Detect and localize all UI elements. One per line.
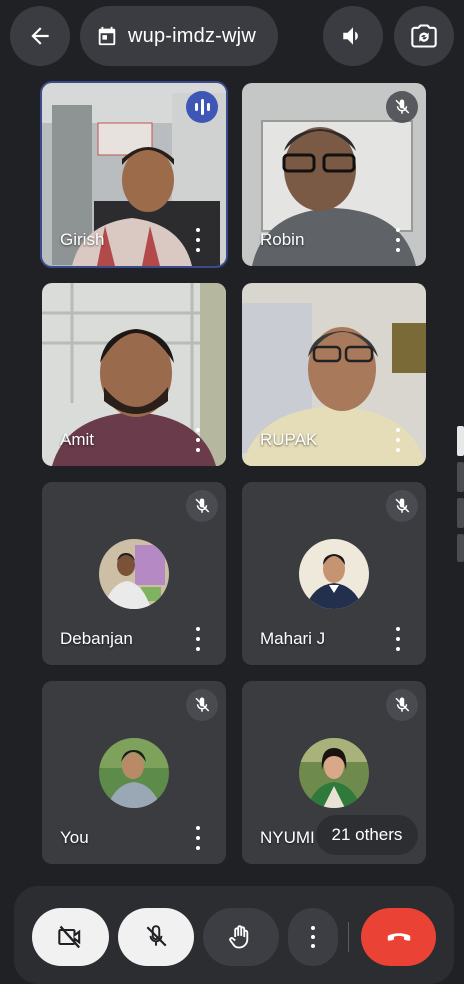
avatar: [99, 738, 169, 808]
more-vert-icon[interactable]: [188, 627, 208, 651]
more-vert-icon: [311, 926, 315, 948]
avatar: [299, 539, 369, 609]
more-vert-icon[interactable]: [388, 627, 408, 651]
switch-camera-icon: [411, 24, 437, 48]
participant-tile-amit[interactable]: Amit: [42, 283, 226, 466]
more-vert-icon[interactable]: [388, 228, 408, 252]
more-vert-icon[interactable]: [188, 826, 208, 850]
raise-hand-button[interactable]: [203, 908, 279, 966]
mic-off-icon: [186, 689, 218, 721]
speaker-icon: [343, 27, 358, 45]
calendar-icon: [98, 26, 116, 46]
scrollbar-thumb[interactable]: [457, 426, 464, 456]
camera-off-icon: [57, 925, 80, 949]
scrollbar-track-segment: [457, 498, 464, 528]
top-bar: wup-imdz-wjw: [0, 6, 464, 68]
participant-name: Amit: [60, 430, 94, 449]
speaking-indicator-icon: [186, 91, 218, 123]
participant-name: Robin: [260, 230, 305, 249]
participant-tile-you[interactable]: You: [42, 681, 226, 864]
end-call-button[interactable]: [361, 908, 436, 966]
participant-name: NYUMI: [260, 828, 315, 847]
camera-toggle-button[interactable]: [32, 908, 109, 966]
more-vert-icon[interactable]: [188, 228, 208, 252]
participant-name: Debanjan: [60, 629, 133, 648]
more-options-button[interactable]: [288, 908, 338, 966]
more-vert-icon[interactable]: [188, 428, 208, 452]
mic-off-icon: [186, 490, 218, 522]
meeting-info-button[interactable]: wup-imdz-wjw: [80, 6, 278, 66]
mic-toggle-button[interactable]: [118, 908, 194, 966]
mic-off-icon: [386, 689, 418, 721]
participant-tile-rupak[interactable]: RUPAK: [242, 283, 426, 466]
mic-off-icon: [146, 925, 167, 947]
participant-name: Girish: [60, 230, 105, 249]
participant-name: RUPAK: [260, 430, 318, 449]
participant-tile-mahari[interactable]: Mahari J: [242, 482, 426, 665]
others-count-button[interactable]: 21 others: [316, 815, 418, 855]
avatar: [99, 539, 169, 609]
meeting-code: wup-imdz-wjw: [128, 24, 256, 47]
participant-name: You: [60, 828, 89, 847]
switch-camera-button[interactable]: [394, 6, 454, 66]
back-button[interactable]: [10, 6, 70, 66]
participant-tile-girish[interactable]: Girish: [40, 81, 228, 268]
more-vert-icon[interactable]: [388, 428, 408, 452]
end-call-icon: [387, 933, 410, 941]
controls-divider: [348, 922, 349, 952]
scrollbar-track-segment: [457, 462, 464, 492]
avatar: [299, 738, 369, 808]
raise-hand-icon: [229, 925, 249, 949]
participant-tile-debanjan[interactable]: Debanjan: [42, 482, 226, 665]
scrollbar-track-segment: [457, 534, 464, 562]
mic-off-icon: [386, 490, 418, 522]
participant-tile-robin[interactable]: Robin: [242, 83, 426, 266]
participant-name: Mahari J: [260, 629, 326, 648]
mic-off-icon: [386, 91, 418, 123]
audio-output-button[interactable]: [323, 6, 383, 66]
back-arrow-icon: [31, 27, 49, 45]
